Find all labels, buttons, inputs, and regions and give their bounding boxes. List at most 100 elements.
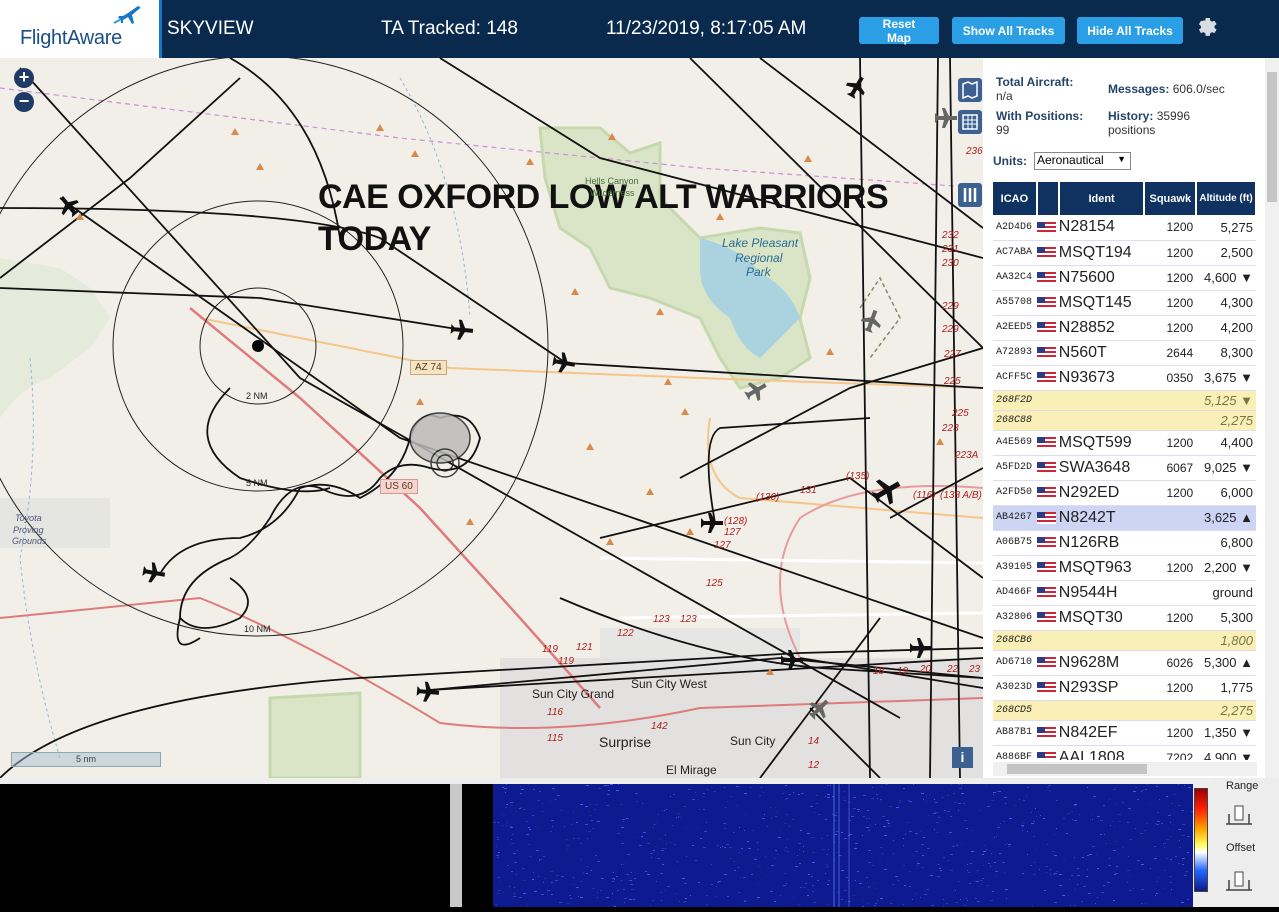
flag-cell (1036, 745, 1059, 760)
flag-us-icon (1036, 657, 1056, 670)
icao-cell: A4E569 (993, 430, 1037, 456)
zoom-in-icon[interactable]: + (14, 68, 34, 88)
table-row[interactable]: A3023D N293SP 1200 1,775 (993, 675, 1256, 701)
aircraft-layer (60, 76, 957, 721)
table-row[interactable]: A06B75 N126RB 6,800 (993, 530, 1256, 556)
altitude-cell: 2,275 (1196, 700, 1256, 721)
route-number: 236 (966, 146, 983, 157)
table-row[interactable]: A5FD2D SWA3648 6067 9,025 ▼ (993, 455, 1256, 481)
icao-cell: A32806 (993, 605, 1037, 631)
table-horizontal-scrollbar[interactable] (993, 762, 1257, 776)
flag-cell (1036, 530, 1059, 556)
table-row[interactable]: A72893 N560T 2644 8,300 (993, 340, 1256, 366)
units-label: Units: (993, 154, 1027, 168)
flag-cell (1036, 455, 1059, 481)
squawk-cell: 1200 (1144, 430, 1197, 456)
altitude-cell: 3,675 ▼ (1196, 365, 1256, 391)
zoom-out-icon[interactable]: − (14, 92, 34, 112)
column-header-icao[interactable]: ICAO (993, 182, 1038, 215)
offset-slider[interactable] (1224, 870, 1254, 892)
grid-icon[interactable] (958, 110, 982, 134)
route-number: 14 (808, 736, 820, 747)
altitude-cell: 9,025 ▼ (1196, 455, 1256, 481)
with-positions-label: With Positions: (996, 109, 1084, 123)
total-aircraft-value: n/a (996, 89, 1013, 103)
history-value: 35996 (1156, 109, 1191, 123)
altitude-cell: 6,000 (1196, 480, 1256, 506)
altitude-cell: 2,275 (1196, 410, 1256, 431)
table-row[interactable]: AA32C4 N75600 1200 4,600 ▼ (993, 265, 1256, 291)
table-row[interactable]: A55708 MSQT145 1200 4,300 (993, 290, 1256, 316)
column-header-squawk[interactable]: Squawk (1144, 182, 1198, 215)
hide-all-tracks-button[interactable]: Hide All Tracks (1077, 17, 1183, 44)
show-all-tracks-button[interactable]: Show All Tracks (952, 17, 1065, 44)
table-row[interactable]: AB87B1 N842EF 1200 1,350 ▼ (993, 720, 1256, 746)
icao-cell: AD466F (993, 580, 1037, 606)
table-row[interactable]: A2D4D6 N28154 1200 5,275 (993, 215, 1256, 241)
route-number: (128) (724, 516, 748, 527)
icao-cell: 268CD5 (993, 700, 1037, 721)
place-label: Regional (735, 251, 783, 265)
flag-us-icon (1036, 462, 1056, 475)
table-row[interactable]: 268CB6 1,800 (993, 630, 1256, 651)
flag-cell (1036, 675, 1059, 701)
squawk-cell: 1200 (1144, 265, 1197, 291)
reset-map-button[interactable]: Reset Map (859, 17, 939, 45)
column-header-flag[interactable] (1036, 182, 1060, 215)
squawk-cell (1144, 390, 1197, 411)
route-number: 223 (942, 423, 959, 434)
column-header-altitude[interactable]: Altitude (ft) (1196, 182, 1257, 215)
range-ring-label: 2 NM (246, 391, 268, 401)
squawk-cell (1144, 580, 1197, 606)
flag-cell (1036, 720, 1059, 746)
scale-bar: 5 nm (11, 752, 161, 767)
column-header-ident[interactable]: Ident (1058, 182, 1146, 215)
route-number: 225 (944, 376, 961, 387)
flag-us-icon (1036, 272, 1056, 285)
units-selected-value: Aeronautical (1037, 153, 1104, 167)
ident-cell: AAL1808 (1058, 745, 1145, 760)
aircraft-icon (60, 76, 932, 702)
icao-cell: A2EED5 (993, 315, 1037, 341)
flag-cell (1036, 215, 1059, 241)
table-row[interactable]: A32806 MSQT30 1200 5,300 (993, 605, 1256, 631)
altitude-cell: 5,300 (1196, 605, 1256, 631)
panel-divider[interactable] (450, 784, 462, 907)
sidebar-scrollbar[interactable] (1265, 58, 1279, 778)
flag-us-icon (1036, 222, 1056, 235)
route-number: 123 (653, 614, 670, 625)
map-layers-icon[interactable] (958, 78, 982, 102)
table-row[interactable]: AD466F N9544H ground (993, 580, 1256, 606)
info-icon[interactable]: i (952, 747, 973, 768)
gear-icon[interactable] (1195, 15, 1219, 39)
scrollbar-thumb[interactable] (1267, 72, 1277, 202)
table-row[interactable]: 268F2D 5,125 ▼ (993, 390, 1256, 411)
route-number: 19 (897, 666, 909, 677)
icao-cell: A5FD2D (993, 455, 1037, 481)
table-row[interactable]: A2EED5 N28852 1200 4,200 (993, 315, 1256, 341)
units-select[interactable]: Aeronautical ▼ (1034, 152, 1131, 170)
table-row[interactable]: 268C88 2,275 (993, 410, 1256, 431)
flightaware-logo[interactable]: FlightAware (0, 0, 162, 58)
table-row[interactable]: A4E569 MSQT599 1200 4,400 (993, 430, 1256, 456)
range-slider[interactable] (1224, 804, 1254, 826)
flag-us-icon (1036, 537, 1056, 550)
ident-cell: N293SP (1058, 675, 1145, 701)
table-row[interactable]: AB4267 N8242T 3,625 ▲ (993, 505, 1256, 531)
table-row[interactable]: AC7ABA MSQT194 1200 2,500 (993, 240, 1256, 266)
scrollbar-thumb[interactable] (1007, 764, 1147, 774)
ident-cell: N28852 (1058, 315, 1145, 341)
offset-label: Offset (1226, 842, 1256, 854)
table-row[interactable]: A886BF AAL1808 7202 4,900 ▼ (993, 745, 1256, 760)
table-row[interactable]: 268CD5 2,275 (993, 700, 1256, 721)
flag-cell (1036, 290, 1059, 316)
table-row[interactable]: ACFF5C N93673 0350 3,675 ▼ (993, 365, 1256, 391)
altitude-cell: 4,900 ▼ (1196, 745, 1256, 760)
flag-cell (1036, 430, 1059, 456)
map-view[interactable]: + − CAE OXFORD LOW ALT WARRIORS TODAY 2 … (0, 58, 983, 778)
flag-us-icon (1036, 347, 1056, 360)
columns-icon[interactable] (958, 183, 982, 207)
table-row[interactable]: A2FD50 N292ED 1200 6,000 (993, 480, 1256, 506)
table-row[interactable]: AD6710 N9628M 6026 5,300 ▲ (993, 650, 1256, 676)
table-row[interactable]: A39105 MSQT963 1200 2,200 ▼ (993, 555, 1256, 581)
